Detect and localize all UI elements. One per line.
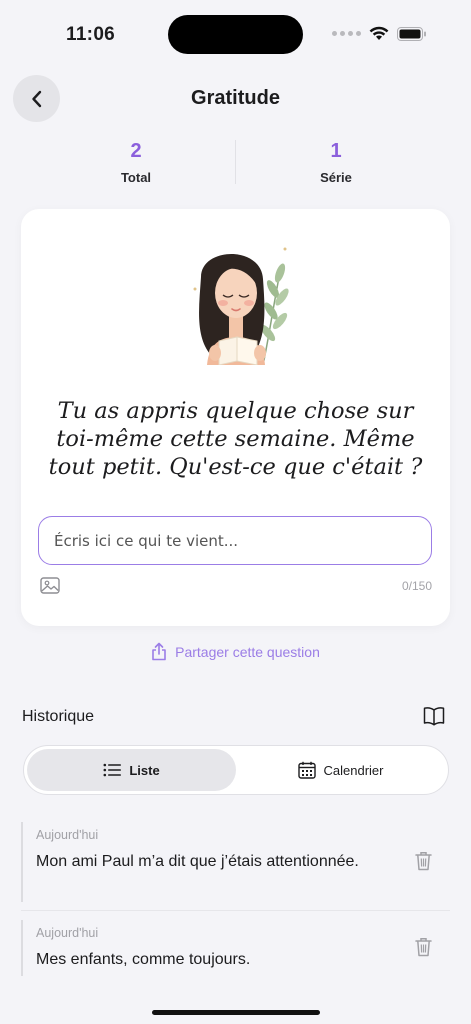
history-title: Historique (22, 708, 95, 725)
list-item: Aujourd'hui Mon ami Paul m’a dit que j’é… (21, 822, 450, 902)
stat-total: 2 Total (36, 138, 236, 185)
stat-total-label: Total (120, 170, 152, 185)
entry-date: Aujourd'hui (36, 926, 99, 940)
status-bar: 11:06 (0, 0, 471, 70)
stat-total-value: 2 (130, 140, 142, 162)
prompt-card: Tu as appris quelque chose sur toi-même … (21, 209, 450, 626)
tab-calendar[interactable]: Calendrier (236, 749, 445, 791)
gratitude-screen: 11:06 Gratitude 2 Total 1 Série Tu as ap… (0, 0, 471, 1024)
trash-icon[interactable] (415, 937, 432, 957)
woman-reading-illustration (193, 247, 289, 365)
book-icon[interactable] (423, 706, 445, 726)
stat-streak-label: Série (320, 170, 352, 185)
list-item: Aujourd'hui Mes enfants, comme toujours. (21, 920, 450, 976)
entry-date: Aujourd'hui (36, 828, 99, 842)
answer-input[interactable] (38, 516, 432, 565)
home-indicator (152, 1010, 320, 1015)
history-view-switch: Liste Calendrier (23, 745, 449, 795)
share-icon (152, 642, 166, 661)
stats-row: 2 Total 1 Série (36, 138, 436, 188)
stat-streak-value: 1 (330, 140, 342, 162)
entry-accent-bar (21, 822, 23, 902)
entry-divider (21, 910, 450, 911)
tab-list-label: Liste (129, 762, 160, 778)
char-counter: 0/150 (401, 579, 432, 593)
list-icon (103, 763, 122, 777)
tab-calendar-label: Calendrier (323, 762, 384, 778)
cellular-signal-icon (332, 31, 361, 36)
stat-streak: 1 Série (236, 138, 436, 185)
battery-icon (397, 26, 426, 41)
status-time: 11:06 (66, 24, 116, 45)
tab-list[interactable]: Liste (27, 749, 236, 791)
page-title: Gratitude (191, 87, 280, 109)
calendar-icon (297, 761, 316, 779)
entry-accent-bar (21, 920, 23, 976)
share-question-label: Partager cette question (175, 643, 320, 660)
prompt-question: Tu as appris quelque chose sur toi-même … (48, 398, 423, 480)
share-question-button[interactable]: Partager cette question (0, 642, 471, 661)
image-icon[interactable] (40, 577, 60, 594)
trash-icon[interactable] (415, 851, 432, 871)
status-icons (332, 26, 427, 41)
entry-text: Mes enfants, comme toujours. (36, 951, 251, 968)
entry-text: Mon ami Paul m’a dit que j’étais attenti… (36, 853, 359, 870)
dynamic-island (168, 15, 303, 54)
wifi-icon (369, 26, 389, 40)
